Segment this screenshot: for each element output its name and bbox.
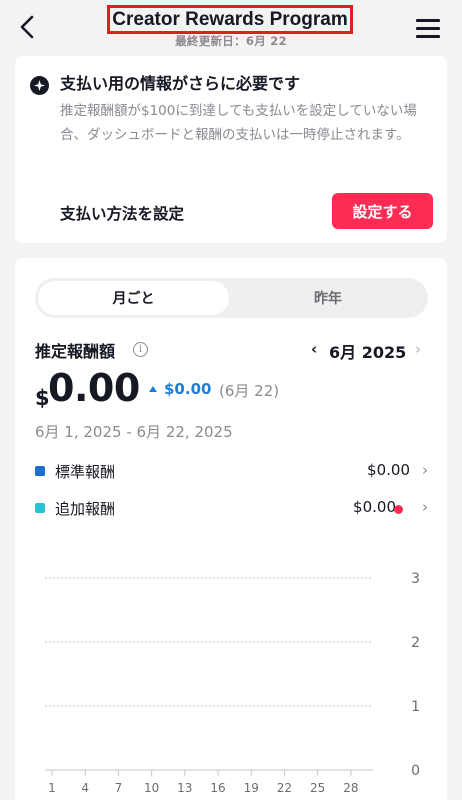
payment-method-label: 支払い方法を設定 xyxy=(60,205,185,223)
y-tick-label: 1 xyxy=(411,699,420,715)
y-tick-label: 2 xyxy=(411,635,420,651)
x-tick-label: 19 xyxy=(244,781,259,795)
x-tick-label: 22 xyxy=(277,781,292,795)
info-icon[interactable]: i xyxy=(133,342,148,357)
legend-name: 追加報酬 xyxy=(55,500,116,518)
payment-notice-card: 支払い用の情報がさらに必要です 推定報酬額が$100に到達しても支払いを設定して… xyxy=(15,56,447,243)
next-month-button[interactable]: › xyxy=(415,340,421,358)
x-tick-label: 13 xyxy=(177,781,192,795)
delta-up-icon xyxy=(149,386,157,392)
delta-value: $0.00 xyxy=(164,380,212,398)
legend-name: 標準報酬 xyxy=(55,463,116,481)
setup-payment-button[interactable]: 設定する xyxy=(332,193,433,229)
legend-row-standard[interactable]: 標準報酬 $0.00 › xyxy=(35,460,428,484)
chevron-right-icon: › xyxy=(422,498,428,516)
sparkle-icon xyxy=(30,76,49,95)
x-tick-label: 7 xyxy=(115,781,123,795)
last-updated-text: 最終更新日：6月 22 xyxy=(175,34,287,48)
x-tick-label: 4 xyxy=(81,781,89,795)
y-tick-label: 0 xyxy=(411,763,420,779)
legend-row-additional[interactable]: 追加報酬 $0.00 › xyxy=(35,497,428,521)
notice-title: 支払い用の情報がさらに必要です xyxy=(60,74,301,93)
delta-date: (6月 22) xyxy=(219,382,280,400)
menu-button[interactable] xyxy=(415,17,441,39)
y-tick-label: 3 xyxy=(411,571,420,587)
page-title: Creator Rewards Program xyxy=(107,5,353,34)
chevron-right-icon: › xyxy=(422,461,428,479)
prev-month-button[interactable]: ‹ xyxy=(311,340,317,358)
x-tick-label: 25 xyxy=(310,781,325,795)
period-toggle: 月ごと 昨年 xyxy=(35,278,428,318)
menu-icon xyxy=(416,19,440,22)
date-range: 6月 1, 2025 - 6月 22, 2025 xyxy=(35,423,233,441)
menu-icon-line xyxy=(416,35,440,38)
alert-dot-icon xyxy=(394,505,403,514)
x-tick-label: 28 xyxy=(343,781,358,795)
legend-value: $0.00 xyxy=(367,461,410,479)
x-tick-label: 10 xyxy=(144,781,159,795)
tab-last-year[interactable]: 昨年 xyxy=(231,281,425,315)
x-tick-label: 16 xyxy=(210,781,225,795)
estimated-amount: 0.00 xyxy=(48,366,140,410)
earnings-chart: 0 1 2 3 1 4 7 10 13 16 19 22 25 28 xyxy=(45,571,420,795)
legend-value: $0.00 xyxy=(353,498,396,516)
month-label: 6月 2025 xyxy=(329,343,407,362)
header: Creator Rewards Program 最終更新日：6月 22 xyxy=(0,0,462,52)
menu-icon-line xyxy=(416,27,440,30)
estimated-rewards-label: 推定報酬額 xyxy=(35,342,116,361)
notice-body: 推定報酬額が$100に到達しても支払いを設定していない場合、ダッシュボードと報酬… xyxy=(60,103,417,143)
x-tick-label: 1 xyxy=(48,781,56,795)
tab-monthly[interactable]: 月ごと xyxy=(38,281,229,315)
legend-swatch xyxy=(35,466,45,476)
earnings-card: 月ごと 昨年 推定報酬額 i ‹ 6月 2025 › $ 0.00 $0.00 … xyxy=(15,258,447,800)
legend-swatch xyxy=(35,503,45,513)
